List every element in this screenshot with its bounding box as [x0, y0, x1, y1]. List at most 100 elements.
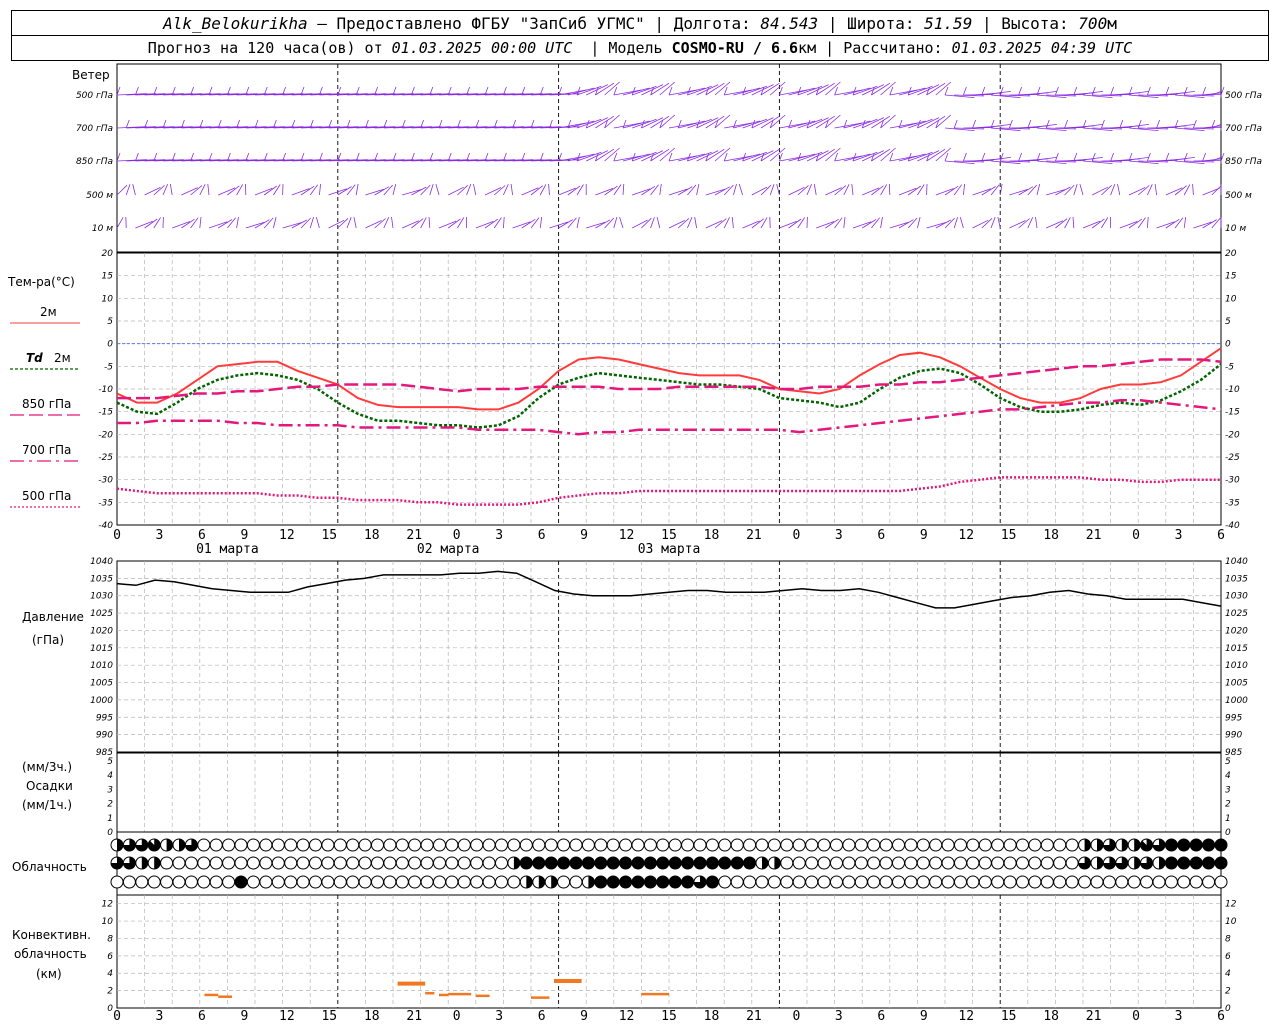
wind-barb — [420, 217, 427, 229]
conv-xtick: 3 — [835, 1009, 843, 1024]
cloud-cover-symbol — [569, 838, 583, 852]
cloud-label: Облачность — [12, 860, 87, 874]
td2m-legend-label: 2м — [54, 351, 71, 365]
cloud-cover-symbol — [1003, 856, 1017, 870]
cloud-cover-symbol — [978, 856, 992, 870]
wind-level-label-left: 850 гПа — [76, 157, 113, 167]
cloud-cover-symbol — [892, 838, 905, 852]
wind-barb-flag — [1045, 119, 1050, 129]
temp-xtick: 6 — [877, 528, 885, 543]
conv-xtick: 3 — [495, 1009, 503, 1024]
cloud-cover-symbol — [234, 838, 248, 852]
temp-xtick: 0 — [453, 528, 461, 543]
cloud-cover-symbol — [904, 838, 918, 852]
pressure-ytick-left: 990 — [96, 731, 113, 741]
wind-barb — [273, 217, 277, 229]
wind-barb — [760, 184, 772, 196]
wind-barb — [889, 155, 919, 162]
precip-ytick-left: 0 — [107, 828, 113, 838]
conv-xtick: 6 — [538, 1009, 546, 1024]
wind-barb — [435, 183, 440, 196]
wind-barb — [282, 222, 302, 229]
wind-barb — [813, 183, 817, 196]
wind-barb — [723, 184, 734, 196]
pressure-panel: 1040 1040 1035 1035 1030 1030 1025 1025 1020 1020… — [90, 557, 1248, 758]
wind-barb — [862, 117, 884, 129]
temp-ytick-left: 0 — [107, 340, 113, 350]
wind-barb-flag — [843, 119, 848, 129]
cloud-cover-symbol — [135, 875, 149, 889]
conv-xtick: 12 — [958, 1009, 974, 1024]
wind-label: Ветер — [72, 68, 110, 82]
conv-xtick: 6 — [877, 1009, 885, 1024]
pressure-unit: (гПа) — [32, 633, 64, 647]
conv-xtick: 21 — [1086, 1009, 1102, 1024]
cloud-cover-symbol — [246, 856, 260, 870]
temp-xtick: 6 — [538, 528, 546, 543]
cloud-cover-symbol — [705, 856, 719, 870]
wind-barb-flag — [1202, 152, 1206, 162]
cloud-cover-symbol — [371, 838, 384, 852]
temp-xtick: 15 — [321, 528, 337, 543]
pressure-ytick-left: 1040 — [90, 557, 113, 567]
cloud-cover-symbol — [1003, 875, 1017, 889]
cloud-cover-symbol — [507, 838, 521, 852]
cloud-cover-symbol — [904, 875, 918, 889]
temp-xtick: 0 — [792, 528, 800, 543]
wind-barb — [1202, 219, 1217, 229]
wind-barb — [1193, 221, 1213, 229]
cloud-cover-fill — [551, 876, 558, 888]
wind-barb — [420, 184, 431, 196]
temp-xtick: 3 — [495, 528, 503, 543]
cloud-cover-symbol — [1214, 875, 1228, 889]
wind-barb — [981, 218, 993, 229]
cloud-cover-symbol — [966, 838, 980, 852]
wind-barb-flag — [1137, 119, 1142, 129]
temp-xtick: 6 — [1217, 528, 1225, 543]
temp-ytick-right: -40 — [1225, 521, 1240, 531]
cloud-cover-symbol — [1053, 838, 1067, 852]
temp-ytick-left: -40 — [98, 521, 113, 531]
cloud-cover-symbol — [619, 856, 633, 870]
cloud-cover-symbol — [532, 838, 546, 852]
cloud-cover-symbol — [954, 875, 967, 889]
cloud-cover-symbol — [941, 875, 955, 889]
cloud-cover-symbol — [1028, 875, 1042, 889]
wind-barb — [558, 219, 573, 229]
cloud-cover-symbol — [594, 856, 608, 870]
wind-barb-flag — [677, 119, 682, 129]
conv-xtick: 3 — [156, 1009, 164, 1024]
cloud-cover-symbol — [197, 838, 211, 852]
cloud-cover-symbol — [569, 875, 583, 889]
conv-xtick: 6 — [1217, 1009, 1225, 1024]
cloud-cover-symbol — [619, 838, 633, 852]
cloud-cover-symbol — [147, 875, 161, 889]
wind-barb — [391, 216, 394, 229]
cloud-cover-symbol — [160, 875, 174, 889]
cloud-cover-symbol — [1065, 838, 1079, 852]
wind-barb — [548, 183, 550, 196]
cloud-cover-symbol — [830, 838, 843, 852]
conv-xtick: 15 — [321, 1009, 337, 1024]
wind-barb — [907, 217, 918, 229]
conv-ytick-left: 2 — [107, 987, 113, 997]
cloud-cover-symbol — [693, 856, 707, 870]
cloud-cover-fill — [1097, 857, 1103, 869]
cloud-cover-symbol — [408, 838, 422, 852]
wind-barb — [1072, 216, 1075, 229]
conv-xtick: 9 — [580, 1009, 588, 1024]
day-label: 02 марта — [417, 542, 480, 557]
wind-barb-flag — [1064, 119, 1068, 129]
cloud-cover-symbol — [197, 856, 211, 870]
wind-barb — [473, 184, 477, 196]
wind-barb — [724, 155, 753, 162]
wind-barb — [668, 188, 688, 196]
wind-barb — [503, 216, 505, 229]
cloud-cover-symbol — [1016, 875, 1029, 889]
cloud-cover-symbol — [730, 856, 744, 870]
wind-barb — [1046, 189, 1066, 196]
conv-xtick: 9 — [920, 1009, 928, 1024]
wind-barb-flag — [1018, 86, 1022, 96]
cloud-cover-symbol — [309, 875, 322, 889]
cloud-cover-symbol — [966, 875, 980, 889]
